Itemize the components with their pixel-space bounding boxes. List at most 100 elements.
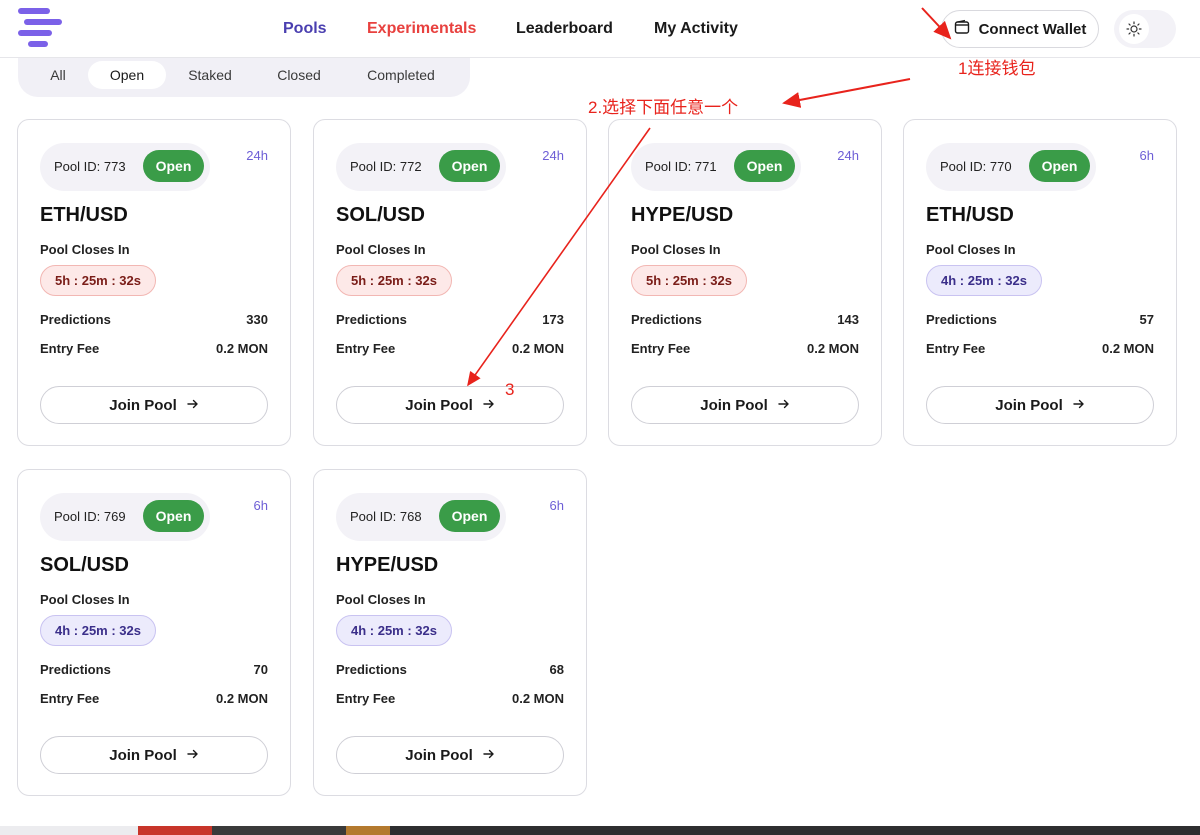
arrow-right-icon bbox=[778, 397, 790, 414]
arrow-right-icon bbox=[483, 747, 495, 764]
pool-card: Pool ID: 768 Open 6h HYPE/USD Pool Close… bbox=[313, 469, 587, 796]
nav-experimentals[interactable]: Experimentals bbox=[367, 20, 476, 38]
bottom-strip-segment bbox=[138, 826, 212, 835]
bottom-strip-segment bbox=[212, 826, 346, 835]
nav-my-activity[interactable]: My Activity bbox=[654, 20, 738, 38]
join-pool-button[interactable]: Join Pool bbox=[40, 386, 268, 424]
closes-in-label: Pool Closes In bbox=[40, 242, 130, 257]
bottom-strip-segment bbox=[390, 826, 1200, 835]
logo-bar bbox=[24, 19, 62, 25]
countdown-timer: 5h : 25m : 32s bbox=[631, 265, 747, 296]
pair-title: SOL/USD bbox=[336, 204, 425, 226]
pool-duration: 24h bbox=[246, 148, 268, 163]
pair-title: HYPE/USD bbox=[336, 554, 439, 576]
tab-staked[interactable]: Staked bbox=[178, 61, 242, 89]
nav-pools[interactable]: Pools bbox=[283, 20, 327, 38]
status-badge: Open bbox=[439, 500, 500, 532]
predictions-label: Predictions bbox=[926, 312, 997, 327]
pool-id-pill: Pool ID: 773 Open bbox=[40, 143, 210, 191]
pool-id-pill: Pool ID: 771 Open bbox=[631, 143, 801, 191]
join-pool-label: Join Pool bbox=[995, 396, 1063, 414]
logo-bar bbox=[28, 41, 48, 47]
status-badge: Open bbox=[734, 150, 795, 182]
pool-card: Pool ID: 770 Open 6h ETH/USD Pool Closes… bbox=[903, 119, 1177, 446]
entry-fee-label: Entry Fee bbox=[631, 341, 691, 356]
tab-all[interactable]: All bbox=[36, 61, 80, 89]
predictions-label: Predictions bbox=[336, 312, 407, 327]
pool-duration: 6h bbox=[549, 498, 564, 513]
join-pool-button[interactable]: Join Pool bbox=[336, 736, 564, 774]
pool-id: Pool ID: 770 bbox=[940, 159, 1012, 174]
pair-title: ETH/USD bbox=[40, 204, 128, 226]
entry-fee-label: Entry Fee bbox=[336, 691, 396, 706]
join-pool-button[interactable]: Join Pool bbox=[631, 386, 859, 424]
arrow-right-icon bbox=[187, 747, 199, 764]
closes-in-label: Pool Closes In bbox=[336, 592, 426, 607]
countdown-timer: 5h : 25m : 32s bbox=[336, 265, 452, 296]
predictions-label: Predictions bbox=[40, 662, 111, 677]
join-pool-button[interactable]: Join Pool bbox=[40, 736, 268, 774]
entry-fee-label: Entry Fee bbox=[40, 341, 100, 356]
tab-completed[interactable]: Completed bbox=[354, 61, 448, 89]
predictions-label: Predictions bbox=[336, 662, 407, 677]
annotation-step2: 2.选择下面任意一个 bbox=[588, 98, 739, 117]
predictions-value: 70 bbox=[253, 662, 268, 677]
status-badge: Open bbox=[1029, 150, 1090, 182]
pool-id-pill: Pool ID: 768 Open bbox=[336, 493, 506, 541]
tab-open[interactable]: Open bbox=[88, 61, 166, 89]
predictions-label: Predictions bbox=[40, 312, 111, 327]
join-pool-label: Join Pool bbox=[405, 746, 473, 764]
closes-in-label: Pool Closes In bbox=[40, 592, 130, 607]
pool-id: Pool ID: 768 bbox=[350, 509, 422, 524]
connect-wallet-label: Connect Wallet bbox=[978, 20, 1087, 38]
arrow-right-icon bbox=[483, 397, 495, 414]
pool-card: Pool ID: 771 Open 24h HYPE/USD Pool Clos… bbox=[608, 119, 882, 446]
nav-leaderboard[interactable]: Leaderboard bbox=[516, 20, 613, 38]
countdown-timer: 4h : 25m : 32s bbox=[40, 615, 156, 646]
pool-id-pill: Pool ID: 769 Open bbox=[40, 493, 210, 541]
join-pool-button[interactable]: Join Pool bbox=[926, 386, 1154, 424]
pool-id: Pool ID: 773 bbox=[54, 159, 126, 174]
entry-fee-value: 0.2 MON bbox=[511, 341, 564, 356]
entry-fee-label: Entry Fee bbox=[336, 341, 396, 356]
closes-in-label: Pool Closes In bbox=[631, 242, 721, 257]
join-pool-label: Join Pool bbox=[700, 396, 768, 414]
annotation-arrow bbox=[782, 78, 911, 108]
predictions-value: 57 bbox=[1139, 312, 1154, 327]
theme-toggle[interactable] bbox=[1114, 10, 1176, 48]
arrow-right-icon bbox=[1073, 397, 1085, 414]
pool-id: Pool ID: 772 bbox=[350, 159, 422, 174]
pool-card: Pool ID: 773 Open 24h ETH/USD Pool Close… bbox=[17, 119, 291, 446]
annotation-step3: 3 bbox=[505, 380, 515, 399]
status-badge: Open bbox=[143, 500, 204, 532]
pool-card: Pool ID: 772 Open 24h SOL/USD Pool Close… bbox=[313, 119, 587, 446]
join-pool-label: Join Pool bbox=[109, 396, 177, 414]
pool-id-pill: Pool ID: 770 Open bbox=[926, 143, 1096, 191]
countdown-timer: 4h : 25m : 32s bbox=[336, 615, 452, 646]
predictions-value: 173 bbox=[542, 312, 564, 327]
pair-title: SOL/USD bbox=[40, 554, 129, 576]
bottom-strip-segment bbox=[346, 826, 390, 835]
predictions-label: Predictions bbox=[631, 312, 702, 327]
app-logo[interactable] bbox=[18, 8, 62, 50]
join-pool-label: Join Pool bbox=[405, 396, 473, 414]
pool-id-pill: Pool ID: 772 Open bbox=[336, 143, 506, 191]
pair-title: ETH/USD bbox=[926, 204, 1014, 226]
countdown-timer: 4h : 25m : 32s bbox=[926, 265, 1042, 296]
entry-fee-value: 0.2 MON bbox=[215, 691, 268, 706]
entry-fee-value: 0.2 MON bbox=[215, 341, 268, 356]
join-pool-button[interactable]: Join Pool bbox=[336, 386, 564, 424]
entry-fee-label: Entry Fee bbox=[926, 341, 986, 356]
closes-in-label: Pool Closes In bbox=[926, 242, 1016, 257]
closes-in-label: Pool Closes In bbox=[336, 242, 426, 257]
pair-title: HYPE/USD bbox=[631, 204, 734, 226]
pool-duration: 24h bbox=[542, 148, 564, 163]
annotation-step1: 1连接钱包 bbox=[958, 59, 1036, 78]
pool-duration: 6h bbox=[253, 498, 268, 513]
wallet-icon bbox=[954, 19, 970, 39]
pool-duration: 24h bbox=[837, 148, 859, 163]
logo-bar bbox=[18, 8, 50, 14]
top-header: Pools Experimentals Leaderboard My Activ… bbox=[0, 0, 1200, 58]
connect-wallet-button[interactable]: Connect Wallet bbox=[941, 10, 1099, 48]
tab-closed[interactable]: Closed bbox=[264, 61, 334, 89]
